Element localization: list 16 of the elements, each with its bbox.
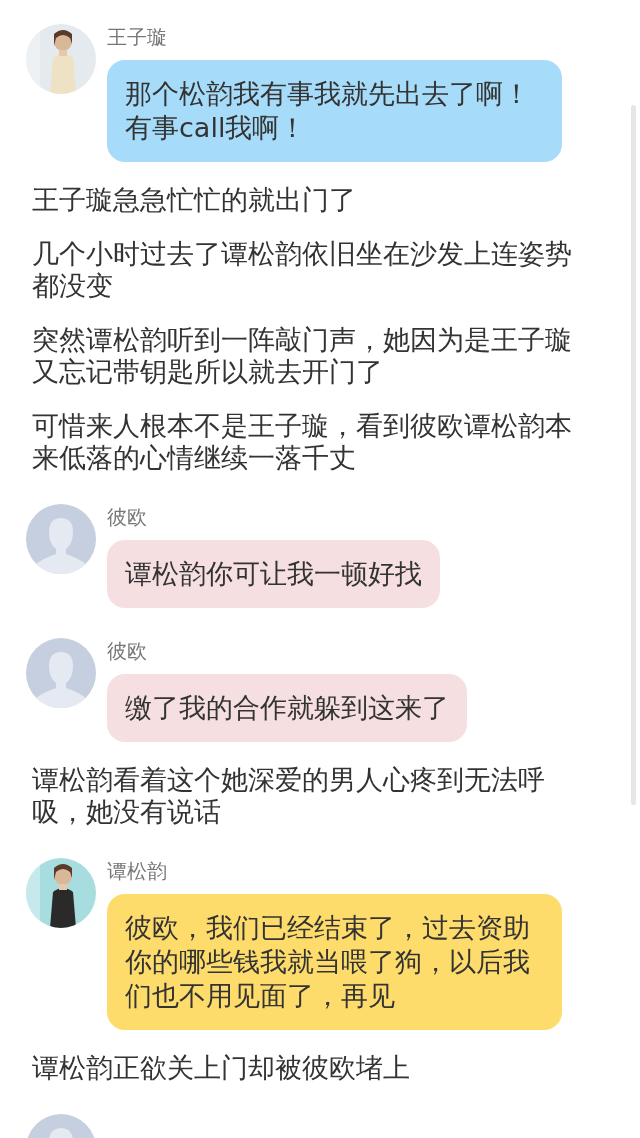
narration-text: 谭松韵正欲关上门却被彼欧堵上 <box>31 1052 411 1084</box>
message-bubble: 彼欧，我们已经结束了，过去资助你的哪些钱我就当喂了狗，以后我们也不用见面了，再见 <box>107 894 562 1030</box>
narration-text: 可惜来人根本不是王子璇，看到彼欧谭松韵本来低落的心情继续一落千丈 <box>31 410 573 474</box>
message-bubble: 谭松韵你可让我一顿好找 <box>107 540 440 608</box>
message-bubble: 那个松韵我有事我就先出去了啊！有事call我啊！ <box>107 60 562 162</box>
sender-name: 王子璇 <box>107 24 167 50</box>
sender-name: 彼欧 <box>107 504 147 530</box>
avatar-icon <box>26 504 96 574</box>
sender-name: 谭松韵 <box>107 858 167 884</box>
narration-text: 突然谭松韵听到一阵敲门声，她因为是王子璇又忘记带钥匙所以就去开门了 <box>31 324 573 388</box>
sender-name: 彼欧 <box>107 638 147 664</box>
narration-text: 几个小时过去了谭松韵依旧坐在沙发上连姿势都没变 <box>31 238 573 302</box>
avatar-icon <box>26 638 96 708</box>
narration-text: 谭松韵看着这个她深爱的男人心疼到无法呼吸，她没有说话 <box>31 764 546 828</box>
narration-text: 王子璇急急忙忙的就出门了 <box>31 184 357 216</box>
message-bubble: 缴了我的合作就躲到这来了 <box>107 674 467 742</box>
